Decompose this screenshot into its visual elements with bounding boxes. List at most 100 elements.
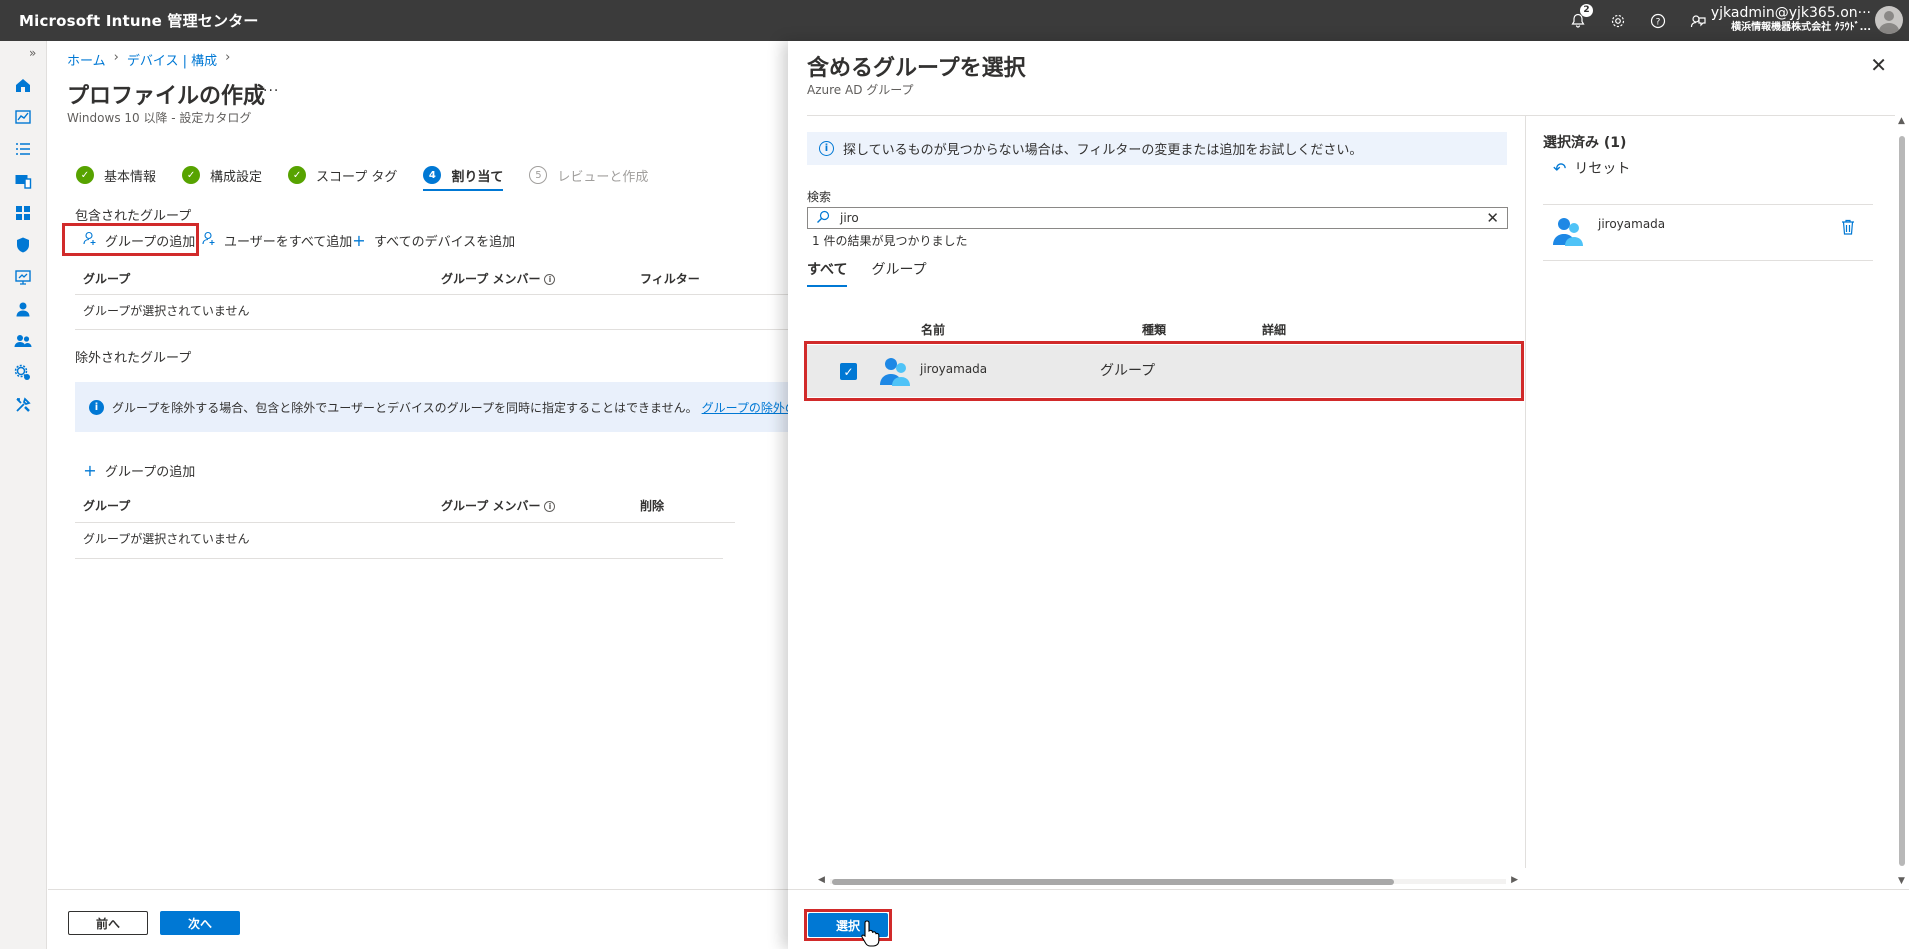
notification-badge: 2	[1580, 3, 1593, 17]
add-excluded-group-button[interactable]: + グループの追加	[81, 461, 195, 480]
avatar[interactable]	[1875, 6, 1903, 34]
col-header-members[interactable]: グループ メンバー i	[441, 497, 556, 514]
home-icon[interactable]	[12, 74, 34, 96]
wizard-steps: ✓ 基本情報 ✓ 構成設定 ✓ スコープ タグ 4 割り当て 5 レビューと作成	[76, 161, 674, 191]
account-email: yjkadmin@yjk365.on···	[1710, 5, 1871, 21]
tab-all[interactable]: すべて	[807, 259, 848, 287]
col-header-name[interactable]: 名前	[921, 321, 945, 338]
next-button[interactable]: 次へ	[160, 911, 240, 935]
step-review-create[interactable]: 5 レビューと作成	[529, 161, 648, 189]
col-header-detail[interactable]: 詳細	[1262, 321, 1286, 338]
divider	[1543, 204, 1873, 205]
add-all-users-button[interactable]: ユーザーをすべて追加	[200, 231, 352, 250]
col-header-group[interactable]: グループ	[83, 270, 130, 287]
more-options-icon[interactable]: ···	[263, 83, 279, 99]
step-label: スコープ タグ	[316, 169, 398, 185]
group-icon	[1551, 215, 1585, 251]
scroll-thumb[interactable]	[1899, 136, 1905, 866]
scroll-thumb[interactable]	[832, 879, 1394, 885]
gear-icon[interactable]	[1607, 10, 1629, 32]
result-tabs: すべて グループ	[807, 259, 927, 287]
check-icon: ✓	[288, 166, 307, 184]
group-icon	[878, 355, 912, 391]
users-icon[interactable]	[12, 298, 34, 320]
page-title: プロファイルの作成	[67, 84, 266, 109]
top-bar: Microsoft Intune 管理センター 2 ? yjkadmin@yjk…	[0, 0, 1909, 41]
expand-icon[interactable]: »	[29, 46, 36, 60]
all-services-icon[interactable]	[12, 138, 34, 160]
col-header-filter[interactable]: フィルター	[640, 270, 700, 287]
search-label: 検索	[807, 190, 832, 204]
add-group-button[interactable]: グループの追加	[81, 231, 195, 250]
endpoint-security-icon[interactable]	[12, 234, 34, 256]
account-info[interactable]: yjkadmin@yjk365.on··· 横浜情報機器株式会社 ｸﾗｳﾄﾞ..…	[1711, 5, 1871, 35]
breadcrumb-devices[interactable]: デバイス | 構成	[127, 50, 217, 69]
reports-icon[interactable]	[12, 266, 34, 288]
search-input[interactable]: jiro ✕	[807, 207, 1508, 229]
groups-icon[interactable]	[12, 330, 34, 352]
step-configuration[interactable]: ✓ 構成設定	[182, 161, 262, 189]
step-label: レビューと作成	[557, 169, 649, 185]
horizontal-scrollbar[interactable]: ◀ ▶	[818, 875, 1518, 885]
divider	[75, 294, 788, 295]
col-header-group[interactable]: グループ	[83, 497, 130, 514]
devices-icon[interactable]	[12, 170, 34, 192]
step-basics[interactable]: ✓ 基本情報	[76, 161, 156, 189]
col-header-delete[interactable]: 削除	[640, 497, 664, 514]
step-label: 割り当て	[451, 169, 504, 185]
add-user-icon	[81, 231, 99, 250]
troubleshooting-icon[interactable]	[12, 394, 34, 416]
tenant-admin-icon[interactable]	[12, 362, 34, 384]
search-icon	[816, 210, 832, 227]
empty-message: グループが選択されていません	[83, 304, 250, 318]
dashboard-icon[interactable]	[12, 106, 34, 128]
col-header-members[interactable]: グループ メンバー i	[441, 270, 556, 287]
help-icon[interactable]: ?	[1647, 10, 1669, 32]
close-icon[interactable]: ✕	[1870, 53, 1887, 77]
step-number: 5	[529, 166, 548, 184]
add-excluded-group-label: グループの追加	[105, 465, 196, 480]
notification-icon[interactable]: 2	[1567, 3, 1593, 32]
step-label: 構成設定	[210, 169, 263, 185]
scroll-up-icon[interactable]: ▲	[1898, 116, 1905, 126]
tab-groups[interactable]: グループ	[871, 259, 926, 287]
table-row[interactable]: ✓ jiroyamada グループ	[807, 345, 1521, 397]
excluded-groups-label: 除外されたグループ	[75, 351, 192, 366]
divider	[1543, 260, 1873, 261]
check-icon: ✓	[76, 166, 94, 184]
reset-button[interactable]: ↶ リセット	[1553, 158, 1630, 178]
vertical-scrollbar[interactable]: ▲ ▼	[1897, 116, 1907, 886]
undo-icon: ↶	[1553, 158, 1567, 178]
panel-subtitle: Azure AD グループ	[807, 83, 914, 97]
profile-create-blade: ホーム › デバイス | 構成 › プロファイルの作成 ··· Windows …	[48, 41, 788, 949]
exclude-info-link[interactable]: グループの除外の詳細については、ここ	[702, 399, 788, 416]
apps-icon[interactable]	[12, 202, 34, 224]
col-header-type[interactable]: 種類	[1142, 321, 1166, 338]
scroll-down-icon[interactable]: ▼	[1898, 876, 1905, 886]
divider	[807, 115, 1895, 116]
app-title[interactable]: Microsoft Intune 管理センター	[0, 10, 259, 31]
step-assignments[interactable]: 4 割り当て	[423, 161, 504, 191]
add-all-devices-label: すべてのデバイスを追加	[374, 235, 516, 250]
scroll-right-icon[interactable]: ▶	[1511, 875, 1518, 885]
step-scope-tags[interactable]: ✓ スコープ タグ	[288, 161, 397, 189]
add-all-devices-button[interactable]: + すべてのデバイスを追加	[350, 231, 515, 250]
select-groups-panel: 含めるグループを選択 Azure AD グループ ✕ i 探しているものが見つか…	[788, 41, 1909, 949]
group-type: グループ	[1100, 363, 1156, 379]
chevron-right-icon: ›	[225, 50, 231, 65]
trash-icon[interactable]	[1841, 219, 1855, 239]
exclude-info-text: グループを除外する場合、包含と除外でユーザーとデバイスのグループを同時に指定する…	[112, 400, 698, 415]
row-checkbox[interactable]: ✓	[840, 363, 857, 380]
scroll-left-icon[interactable]: ◀	[818, 875, 825, 885]
breadcrumb-home[interactable]: ホーム	[67, 50, 106, 69]
clear-search-icon[interactable]: ✕	[1486, 209, 1499, 227]
selected-group-name: jiroyamada	[1598, 217, 1666, 231]
feedback-icon[interactable]	[1687, 10, 1709, 32]
divider	[75, 329, 788, 330]
reset-label: リセット	[1574, 161, 1631, 177]
wizard-footer: 前へ 次へ	[48, 889, 788, 949]
page-subtitle: Windows 10 以降 - 設定カタログ	[67, 111, 252, 125]
previous-button[interactable]: 前へ	[68, 911, 148, 935]
info-icon: i	[89, 399, 104, 415]
divider	[1525, 116, 1526, 868]
